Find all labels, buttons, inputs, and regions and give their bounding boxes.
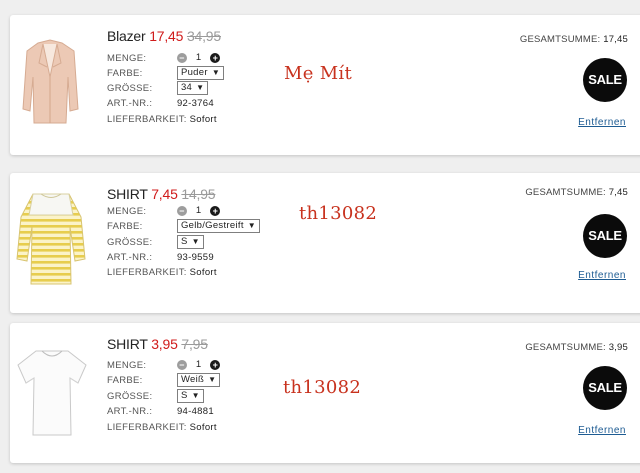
- decrease-quantity-button[interactable]: −: [176, 360, 187, 370]
- product-name: SHIRT: [107, 336, 148, 352]
- quantity-value: 1: [195, 359, 202, 370]
- size-select[interactable]: S ▼: [176, 235, 204, 249]
- sale-price: 17,45: [149, 28, 184, 44]
- quantity-row: MENGE: − 1 +: [107, 204, 221, 218]
- remove-link[interactable]: Entfernen: [578, 425, 626, 436]
- availability-value: Sofort: [189, 114, 217, 125]
- product-name: SHIRT: [107, 186, 148, 202]
- cart-item-shirt-striped: SHIRT 7,45 14,95 MENGE: − 1 + FARBE: Gel…: [10, 173, 640, 313]
- quantity-value: 1: [195, 52, 202, 63]
- color-select[interactable]: Gelb/Gestreift ▼: [176, 219, 260, 233]
- availability-label: LIEFERBARKEIT:: [107, 422, 187, 433]
- item-total: GESAMTSUMME: 3,95: [525, 342, 628, 353]
- sale-badge: SALE: [583, 214, 627, 258]
- article-number: 92-3764: [176, 98, 214, 109]
- dropdown-caret-icon: ▼: [208, 375, 217, 384]
- remove-link[interactable]: Entfernen: [578, 117, 626, 128]
- article-row: ART.-NR.: 92-3764: [107, 97, 214, 111]
- color-select[interactable]: Weiß ▼: [176, 373, 221, 387]
- color-label: FARBE:: [107, 220, 143, 232]
- size-row: GRÖSSE: 34 ▼: [107, 81, 209, 95]
- original-price: 34,95: [186, 28, 221, 44]
- cart-item-shirt-white: SHIRT 3,95 7,95 MENGE: − 1 + FARBE: Weiß…: [10, 323, 640, 463]
- article-row: ART.-NR.: 94-4881: [107, 405, 214, 419]
- quantity-row: MENGE: − 1 +: [107, 51, 221, 65]
- total-value: 17,45: [603, 34, 628, 45]
- total-value: 7,45: [608, 187, 628, 198]
- article-label: ART.-NR.:: [107, 98, 153, 109]
- article-label: ART.-NR.:: [107, 252, 153, 263]
- availability-value: Sofort: [189, 422, 217, 433]
- color-row: FARBE: Gelb/Gestreift ▼: [107, 219, 260, 233]
- color-value: Weiß: [180, 374, 205, 385]
- color-row: FARBE: Puder ▼: [107, 66, 225, 80]
- item-total: GESAMTSUMME: 17,45: [520, 34, 628, 45]
- striped-shirt-thumbnail: [16, 193, 86, 285]
- size-label: GRÖSSE:: [107, 390, 153, 402]
- size-select[interactable]: S ▼: [176, 389, 204, 403]
- original-price: 14,95: [181, 186, 216, 202]
- product-name: Blazer: [107, 28, 146, 44]
- sale-price: 3,95: [151, 336, 178, 352]
- size-label: GRÖSSE:: [107, 82, 153, 94]
- size-value: 34: [180, 82, 193, 93]
- quantity-value: 1: [195, 205, 202, 216]
- dropdown-caret-icon: ▼: [191, 391, 200, 400]
- decrease-quantity-button[interactable]: −: [176, 53, 187, 63]
- quantity-label: MENGE:: [107, 359, 147, 371]
- total-value: 3,95: [608, 342, 628, 353]
- watermark-text: th13082: [283, 377, 362, 398]
- availability-label: LIEFERBARKEIT:: [107, 114, 187, 125]
- total-label: GESAMTSUMME:: [525, 342, 606, 353]
- item-total: GESAMTSUMME: 7,45: [525, 187, 628, 198]
- availability-row: LIEFERBARKEIT: Sofort: [107, 421, 217, 435]
- quantity-label: MENGE:: [107, 205, 147, 217]
- product-title: SHIRT 3,95 7,95: [107, 336, 208, 352]
- product-title: SHIRT 7,45 14,95: [107, 186, 216, 202]
- cart-item-blazer: Blazer 17,45 34,95 MENGE: − 1 + FARBE: P…: [10, 15, 640, 155]
- blazer-thumbnail: [22, 39, 79, 124]
- quantity-label: MENGE:: [107, 52, 147, 64]
- size-row: GRÖSSE: S ▼: [107, 235, 204, 249]
- dropdown-caret-icon: ▼: [196, 83, 205, 92]
- color-row: FARBE: Weiß ▼: [107, 373, 221, 387]
- increase-quantity-button[interactable]: +: [210, 360, 221, 370]
- article-number: 93-9559: [176, 252, 214, 263]
- size-label: GRÖSSE:: [107, 236, 153, 248]
- size-value: S: [180, 236, 188, 247]
- availability-row: LIEFERBARKEIT: Sofort: [107, 266, 217, 280]
- remove-link[interactable]: Entfernen: [578, 270, 626, 281]
- increase-quantity-button[interactable]: +: [210, 206, 221, 216]
- dropdown-caret-icon: ▼: [191, 237, 200, 246]
- white-shirt-thumbnail: [17, 350, 87, 436]
- sale-price: 7,45: [151, 186, 178, 202]
- dropdown-caret-icon: ▼: [247, 221, 256, 230]
- watermark-text: th13082: [299, 203, 378, 224]
- sale-badge: SALE: [583, 58, 627, 102]
- decrease-quantity-button[interactable]: −: [176, 206, 187, 216]
- color-select[interactable]: Puder ▼: [176, 66, 225, 80]
- availability-label: LIEFERBARKEIT:: [107, 267, 187, 278]
- original-price: 7,95: [181, 336, 208, 352]
- dropdown-caret-icon: ▼: [211, 68, 221, 77]
- availability-row: LIEFERBARKEIT: Sofort: [107, 113, 217, 127]
- total-label: GESAMTSUMME:: [519, 34, 601, 45]
- size-select[interactable]: 34 ▼: [176, 81, 209, 95]
- availability-value: Sofort: [189, 267, 217, 278]
- color-label: FARBE:: [107, 67, 143, 79]
- product-title: Blazer 17,45 34,95: [107, 28, 221, 44]
- watermark-text: Mẹ Mít: [284, 63, 353, 84]
- sale-badge: SALE: [583, 366, 627, 410]
- quantity-row: MENGE: − 1 +: [107, 358, 221, 372]
- color-label: FARBE:: [107, 374, 143, 386]
- size-row: GRÖSSE: S ▼: [107, 389, 204, 403]
- color-value: Gelb/Gestreift: [180, 220, 244, 231]
- article-number: 94-4881: [176, 406, 214, 417]
- total-label: GESAMTSUMME:: [525, 187, 606, 198]
- article-label: ART.-NR.:: [107, 406, 153, 417]
- increase-quantity-button[interactable]: +: [210, 53, 221, 63]
- color-value: Puder: [180, 67, 208, 78]
- article-row: ART.-NR.: 93-9559: [107, 251, 214, 265]
- size-value: S: [180, 390, 188, 401]
